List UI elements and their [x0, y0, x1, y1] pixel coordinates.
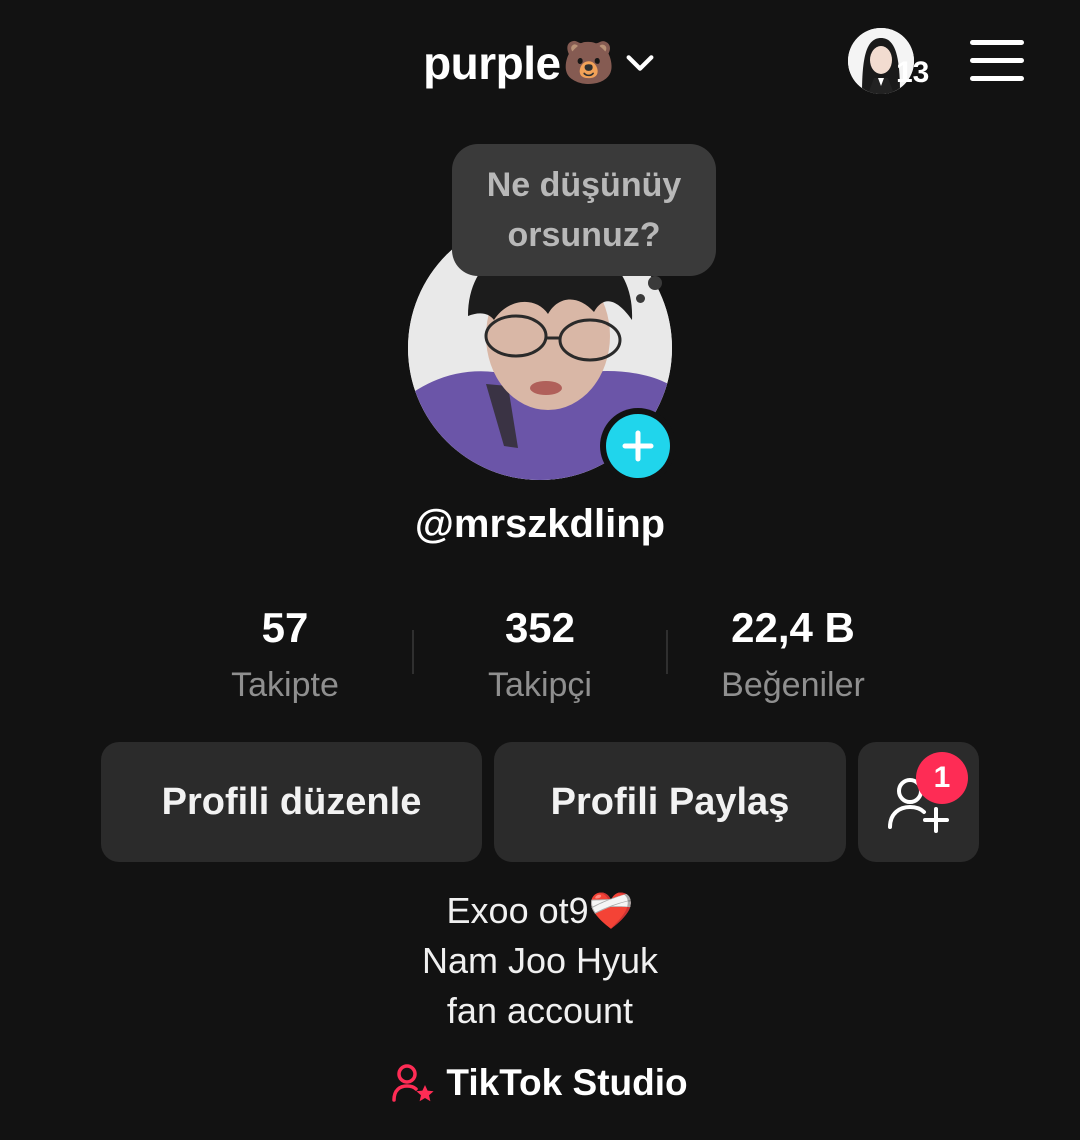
note-text-line2: orsunuz? [507, 216, 661, 254]
edit-profile-button[interactable]: Profili düzenle [101, 742, 482, 862]
bio-line: fan account [446, 990, 634, 1031]
bubble-tail [648, 276, 662, 290]
menu-icon [970, 40, 1024, 45]
notification-badge: 1 [916, 752, 968, 804]
chevron-down-icon [626, 55, 654, 71]
menu-button[interactable] [970, 40, 1024, 82]
bio: Exoo ot9❤️‍🩹 Nam Joo Hyuk fan account [0, 886, 1080, 1036]
note-bubble[interactable]: Ne düşünüy orsunuz? [452, 144, 716, 276]
bubble-tail-small [636, 294, 645, 303]
likes-count: 22,4 B [731, 604, 855, 651]
stat-likes[interactable]: 22,4 B Beğeniler [666, 600, 920, 708]
username: @mrszkdlinp [414, 502, 666, 546]
following-label: Takipte [231, 666, 339, 704]
add-story-button[interactable] [600, 408, 676, 484]
plus-icon [622, 430, 654, 462]
bear-emoji-icon: 🐻 [562, 38, 615, 86]
following-count: 57 [261, 604, 309, 651]
stat-following[interactable]: 57 Takipte [158, 600, 412, 708]
tiktok-studio-link[interactable]: TikTok Studio [0, 1058, 1080, 1108]
note-text-line1: Ne düşünüy [486, 166, 682, 204]
share-profile-button[interactable]: Profili Paylaş [494, 742, 846, 862]
bio-line: Exoo ot9❤️‍🩹 [446, 890, 634, 931]
followers-label: Takipçi [488, 666, 592, 704]
person-star-icon [392, 1064, 435, 1102]
story-count: 13 [896, 56, 930, 89]
followers-count: 352 [504, 604, 576, 651]
account-name: purple [423, 37, 561, 89]
likes-label: Beğeniler [721, 666, 865, 704]
stat-followers[interactable]: 352 Takipçi [413, 600, 667, 708]
bio-line: Nam Joo Hyuk [421, 940, 659, 981]
studio-label: TikTok Studio [446, 1062, 688, 1103]
